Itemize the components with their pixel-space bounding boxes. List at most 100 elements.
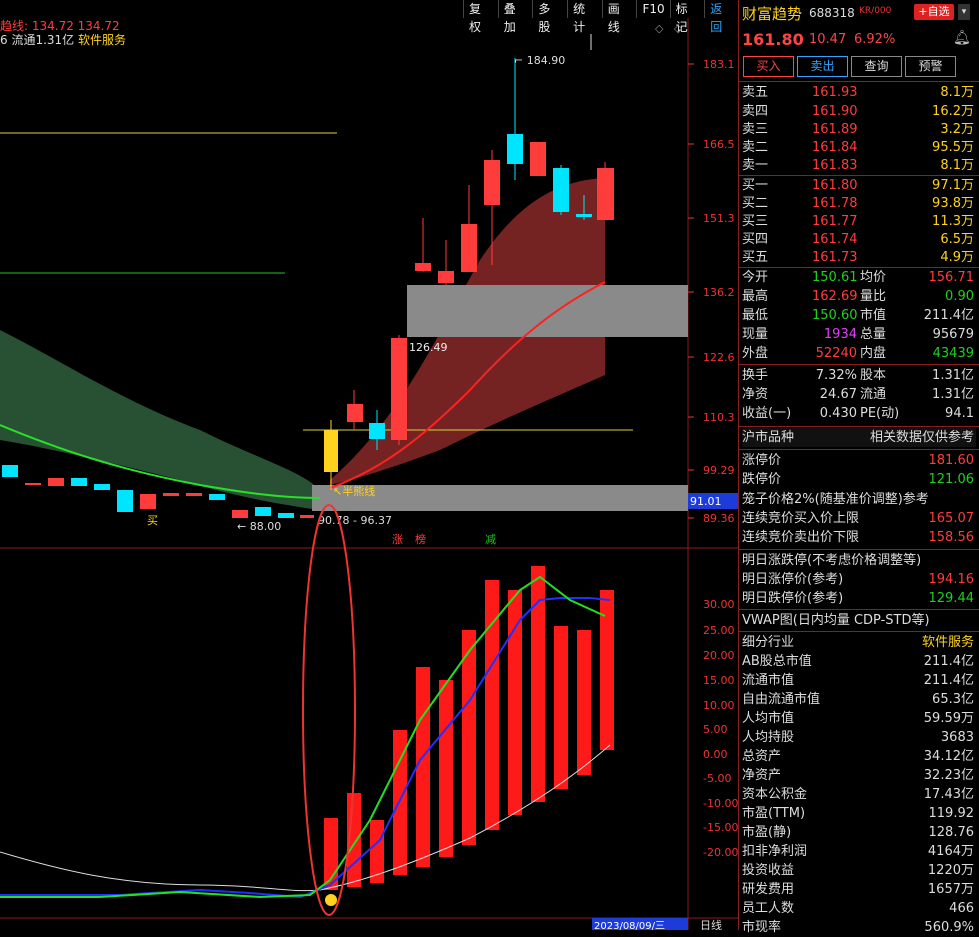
fundamental-row: 扣非净利润 4164万 bbox=[742, 844, 974, 859]
price-change: 10.47 bbox=[809, 32, 847, 47]
fundamental-row: 人均持股 3683 bbox=[742, 730, 974, 745]
fundamental-row: 研发费用 1657万 bbox=[742, 882, 974, 897]
fundamental-row: 资本公积金 17.43亿 bbox=[742, 787, 974, 802]
jian-marker: 减 bbox=[485, 533, 496, 546]
tomorrow-row: 明日涨停价(参考) 194.16 bbox=[742, 572, 974, 587]
signal-dot bbox=[325, 894, 337, 906]
candle bbox=[576, 214, 592, 217]
quote2-row: 收益(一) 0.430 PE(动) 94.1 bbox=[742, 406, 974, 421]
fundamental-row: 人均市值 59.59万 bbox=[742, 711, 974, 726]
candle bbox=[163, 493, 179, 496]
add-watchlist-button[interactable]: +自选 bbox=[914, 4, 954, 20]
candle bbox=[2, 465, 18, 477]
candle bbox=[530, 142, 546, 176]
last-price: 161.80 bbox=[742, 30, 804, 49]
buy-signal: 买 bbox=[147, 514, 158, 527]
fundamental-row: 投资收益 1220万 bbox=[742, 863, 974, 878]
fundamental-row: 净资产 32.23亿 bbox=[742, 768, 974, 783]
price-tick: 99.29 bbox=[703, 464, 735, 477]
candle bbox=[117, 490, 133, 512]
candle bbox=[597, 168, 614, 220]
stock-code: 688318 bbox=[809, 6, 855, 20]
range-label: 90.78 - 96.37 bbox=[318, 514, 392, 527]
candle bbox=[232, 510, 248, 518]
high-label: ⌐ 184.90 bbox=[514, 54, 565, 67]
candle bbox=[278, 513, 294, 518]
candle bbox=[209, 494, 225, 500]
indicator-tick: -15.00 bbox=[703, 821, 738, 834]
indicator-tick: 20.00 bbox=[703, 649, 735, 662]
query-button[interactable]: 查询 bbox=[851, 56, 902, 77]
ask-row: 卖三 161.89 3.2万 bbox=[742, 122, 974, 137]
limit-row: 跌停价 121.06 bbox=[742, 472, 974, 487]
quote-panel: 财富趋势 688318 KR/000 +自选 ▾ 🔔︎ 161.80 10.47… bbox=[738, 0, 979, 935]
fundamental-row: 员工人数 466 bbox=[742, 901, 974, 916]
vwap-row[interactable]: VWAP图(日内均量 CDP-STD等) bbox=[742, 611, 976, 630]
quote2-row: 净资 24.67 流通 1.31亿 bbox=[742, 387, 974, 402]
half-line-label: ↖半熊线 bbox=[333, 484, 375, 498]
indicator-tick: -10.00 bbox=[703, 797, 738, 810]
low-value: 88.00 bbox=[250, 520, 282, 533]
period-label[interactable]: 日线 bbox=[700, 918, 722, 930]
bid-row: 买四 161.74 6.5万 bbox=[742, 232, 974, 247]
candle bbox=[415, 263, 431, 271]
fundamental-row: 市盈(静) 128.76 bbox=[742, 825, 974, 840]
indicator-tick: 25.00 bbox=[703, 624, 735, 637]
candle bbox=[186, 493, 202, 496]
quote-row: 最高 162.69 量比 0.90 bbox=[742, 289, 974, 304]
indicator-tick: 15.00 bbox=[703, 674, 735, 687]
bid-row: 买二 161.78 93.8万 bbox=[742, 196, 974, 211]
ask-row: 卖二 161.84 95.5万 bbox=[742, 140, 974, 155]
bell-icon[interactable]: 🔔︎ bbox=[953, 30, 971, 46]
market-row: 沪市品种 相关数据仅供参考 bbox=[742, 428, 976, 447]
price-tick: 122.6 bbox=[703, 351, 735, 364]
quote2-row: 换手 7.32% 股本 1.31亿 bbox=[742, 368, 974, 383]
candle bbox=[300, 515, 314, 518]
fundamental-row: 自由流通市值 65.3亿 bbox=[742, 692, 974, 707]
alert-button[interactable]: 预警 bbox=[905, 56, 956, 77]
kline-chart[interactable]: 183.1 166.5 151.3 136.2 122.6 110.3 99.2… bbox=[0, 0, 738, 930]
quote-row: 今开 150.61 均价 156.71 bbox=[742, 270, 974, 285]
fundamental-row: 市现率 560.9% bbox=[742, 920, 974, 935]
stock-kr-tag: KR/000 bbox=[859, 6, 892, 16]
bid-row: 买一 161.80 97.1万 bbox=[742, 178, 974, 193]
high-value: 184.90 bbox=[527, 54, 566, 67]
price-tick: 151.3 bbox=[703, 212, 735, 225]
price-tick: 166.5 bbox=[703, 138, 735, 151]
bang-marker: 榜 bbox=[415, 532, 426, 546]
price-tick: 110.3 bbox=[703, 411, 735, 424]
zhang-marker: 涨 bbox=[392, 533, 403, 546]
candle bbox=[484, 160, 500, 205]
indicator-tick: -20.00 bbox=[703, 846, 738, 859]
tomorrow-row: 明日涨跌停(不考虑价格调整等) bbox=[742, 553, 922, 568]
ask-row: 卖五 161.93 8.1万 bbox=[742, 85, 974, 100]
level-label: 126.49 bbox=[409, 341, 448, 354]
fundamental-row: AB股总市值 211.4亿 bbox=[742, 654, 974, 669]
buy-button[interactable]: 买入 bbox=[743, 56, 794, 77]
candle bbox=[461, 224, 477, 272]
quote-row: 最低 150.60 市值 211.4亿 bbox=[742, 308, 974, 323]
price-tick: 136.2 bbox=[703, 286, 735, 299]
indicator-tick: 10.00 bbox=[703, 699, 735, 712]
limit-row: 连续竞价卖出价下限 158.56 bbox=[742, 530, 974, 545]
price-tick: 89.36 bbox=[703, 512, 735, 525]
candle bbox=[391, 338, 407, 440]
date-label: 2023/08/09/三 bbox=[594, 921, 665, 930]
candle bbox=[48, 478, 64, 486]
candle bbox=[94, 484, 110, 490]
indicator-tick: 30.00 bbox=[703, 598, 735, 611]
candle bbox=[438, 271, 454, 283]
candle bbox=[507, 134, 523, 164]
dropdown-icon[interactable]: ▾ bbox=[958, 4, 970, 20]
bid-row: 买三 161.77 11.3万 bbox=[742, 214, 974, 229]
candle bbox=[347, 404, 363, 422]
fundamental-row: 总资产 34.12亿 bbox=[742, 749, 974, 764]
quote-row: 外盘 52240 内盘 43439 bbox=[742, 346, 974, 361]
current-level-label: 91.01 bbox=[690, 495, 722, 508]
sell-button[interactable]: 卖出 bbox=[797, 56, 848, 77]
indicator-axis: 30.00 25.00 20.00 15.00 10.00 5.00 0.00 … bbox=[703, 598, 738, 859]
indicator-tick: -5.00 bbox=[703, 772, 731, 785]
ask-row: 卖四 161.90 16.2万 bbox=[742, 104, 974, 119]
tomorrow-row: 明日跌停价(参考) 129.44 bbox=[742, 591, 974, 606]
indicator-bars bbox=[324, 566, 614, 890]
